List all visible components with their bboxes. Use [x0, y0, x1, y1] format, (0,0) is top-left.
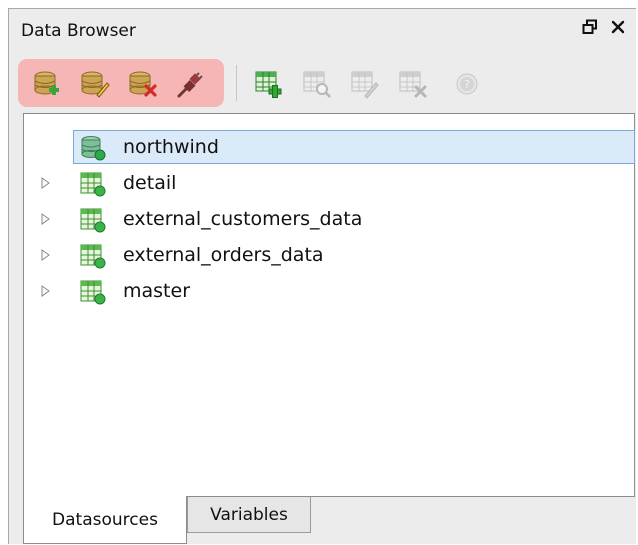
add-dataset-button[interactable] [254, 69, 284, 99]
close-icon[interactable] [608, 17, 628, 37]
preview-dataset-button[interactable] [302, 69, 332, 99]
table-delete-icon [399, 71, 427, 98]
delete-dataset-button[interactable] [398, 69, 428, 99]
expand-arrow-icon[interactable] [41, 213, 51, 225]
panel-titlebar: Data Browser [9, 9, 636, 55]
add-datasource-button[interactable] [32, 69, 62, 99]
delete-datasource-button[interactable] [128, 69, 158, 99]
tree-node-label: master [123, 280, 191, 302]
panel-title: Data Browser [21, 21, 136, 41]
toolbar-separator [236, 65, 237, 101]
tree-node-external-orders-data[interactable]: external_orders_data [24, 238, 634, 272]
table-add-icon [255, 71, 282, 98]
database-add-icon [34, 71, 59, 95]
tree-node-northwind[interactable]: northwind [24, 130, 634, 164]
tree-node-label: external_customers_data [123, 208, 363, 230]
table-edit-icon [351, 71, 379, 99]
help-icon: ? [456, 73, 478, 95]
edit-dataset-button[interactable] [350, 69, 380, 99]
table-icon [80, 244, 106, 269]
toolbar: ? [18, 59, 618, 107]
expand-arrow-icon[interactable] [41, 285, 51, 297]
restore-icon[interactable] [580, 17, 600, 37]
svg-text:?: ? [464, 78, 470, 91]
database-delete-icon [129, 71, 157, 97]
tree-node-label: northwind [123, 136, 219, 158]
table-icon [80, 208, 106, 233]
tree-node-detail[interactable]: detail [24, 166, 634, 200]
edit-datasource-button[interactable] [80, 69, 110, 99]
title-controls [580, 17, 628, 37]
table-preview-icon [303, 71, 331, 98]
tree-node-external-customers-data[interactable]: external_customers_data [24, 202, 634, 236]
tree-node-master[interactable]: master [24, 274, 634, 308]
tree-node-label: detail [123, 172, 177, 194]
table-icon [80, 280, 106, 305]
plug-connect-icon [177, 72, 203, 98]
tab-datasources[interactable]: Datasources [23, 496, 187, 544]
table-icon [80, 172, 106, 197]
datasource-tree: northwind detail external_customers_data [23, 113, 635, 497]
tree-node-label: external_orders_data [123, 244, 324, 266]
database-edit-icon [81, 71, 110, 98]
bottom-tabs: Datasources Variables [23, 496, 635, 545]
data-browser-panel: Data Browser ? northwind detail external… [8, 8, 636, 544]
expand-arrow-icon[interactable] [41, 249, 51, 261]
tab-variables[interactable]: Variables [187, 497, 311, 533]
expand-arrow-icon[interactable] [41, 177, 51, 189]
connect-datasource-button[interactable] [176, 69, 206, 99]
database-icon [81, 136, 106, 161]
help-button[interactable]: ? [452, 69, 482, 99]
